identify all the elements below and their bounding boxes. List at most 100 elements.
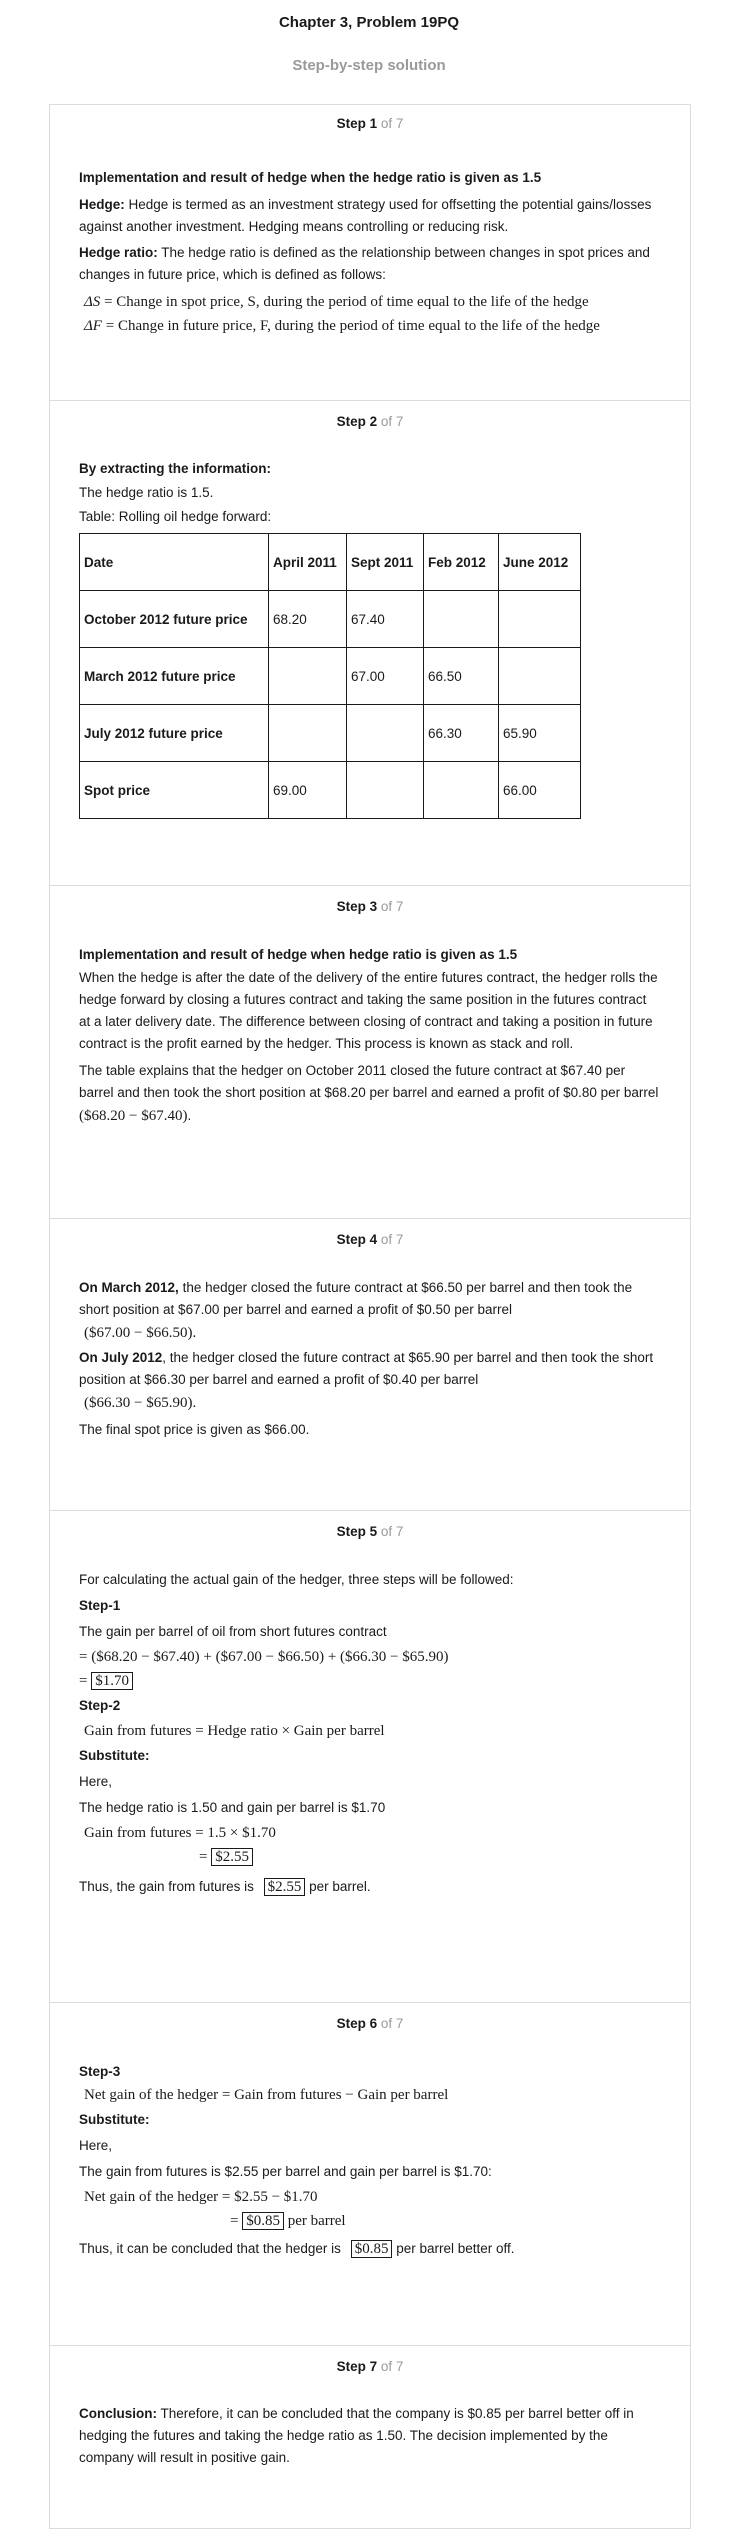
step-5: Step 5 of 7 For calculating the actual g… (50, 1510, 690, 2002)
step-4: Step 4 of 7 On March 2012, the hedger cl… (50, 1218, 690, 1510)
step-2: Step 2 of 7 By extracting the informatio… (50, 400, 690, 885)
net-gain-conclusion: Thus, it can be concluded that the hedge… (79, 2240, 515, 2258)
table-row: October 2012 future price 68.20 67.40 (79, 590, 581, 648)
hedge-ratio-label: Hedge ratio: (79, 245, 158, 260)
hedge-ratio-definition: Hedge ratio: The hedge ratio is defined … (79, 242, 661, 286)
net-gain-result: = $0.85 per barrel (230, 2212, 346, 2230)
table-header-cell: Feb 2012 (423, 533, 499, 591)
table-row: March 2012 future price 67.00 66.50 (79, 647, 581, 705)
step-count: of 7 (380, 2359, 404, 2374)
july-label: On July 2012 (79, 1350, 163, 1365)
gain-per-barrel-result: = $1.70 (79, 1669, 661, 1693)
table-row: July 2012 future price 66.30 65.90 (79, 704, 581, 762)
hedge-ratio-note: The hedge ratio is 1.5. (79, 485, 214, 500)
given-values: The hedge ratio is 1.50 and gain per bar… (79, 1800, 386, 1815)
table-header-cell: Date (79, 533, 269, 591)
step-number: Step 2 (336, 414, 378, 429)
gain-from-futures-calc: Gain from futures = 1.5 × $1.70 (84, 1825, 276, 1841)
equation-delta-f: ΔF = Change in future price, F, during t… (84, 318, 600, 334)
step-5-header: Step 5 of 7 (79, 1511, 661, 1541)
step-count: of 7 (380, 1524, 404, 1539)
step-number: Step 5 (336, 1524, 378, 1539)
table-cell: 68.20 (268, 590, 347, 648)
table-cell: 65.90 (498, 704, 581, 762)
equation-delta-s: ΔS = Change in spot price, S, during the… (84, 294, 589, 310)
hedge-ratio-text: The hedge ratio is defined as the relati… (79, 245, 650, 282)
substep-2-label: Step-2 (79, 1698, 121, 1713)
step-2-header: Step 2 of 7 (79, 401, 661, 431)
step-1: Step 1 of 7 Implementation and result of… (50, 105, 690, 400)
substitute-label: Substitute: (79, 2112, 150, 2127)
substep-1-text: The gain per barrel of oil from short fu… (79, 1624, 387, 1639)
step-count: of 7 (380, 2016, 404, 2031)
july-roll-explanation: On July 2012, the hedger closed the futu… (79, 1350, 654, 1387)
step-7-header: Step 7 of 7 (79, 2346, 661, 2376)
stack-and-roll-explanation: When the hedge is after the date of the … (79, 970, 658, 1051)
page-subtitle: Step-by-step solution (292, 57, 446, 74)
hedge-definition: Hedge: Hedge is termed as an investment … (79, 194, 661, 238)
step-1-header: Step 1 of 7 (79, 105, 661, 133)
step-number: Step 1 (336, 116, 378, 131)
solution-steps: Step 1 of 7 Implementation and result of… (49, 104, 691, 2529)
hedge-label: Hedge: (79, 197, 125, 212)
table-row: Spot price 69.00 66.00 (79, 761, 581, 819)
gain-from-futures-result: = $2.55 (79, 1845, 661, 1869)
step-count: of 7 (380, 116, 404, 131)
step-3-header: Step 3 of 7 (79, 886, 661, 916)
hedge-text: Hedge is termed as an investment strateg… (79, 197, 652, 234)
table-header-row: Date April 2011 Sept 2011 Feb 2012 June … (79, 533, 581, 591)
step-heading: By extracting the information: (79, 461, 272, 476)
steps-intro: For calculating the actual gain of the h… (79, 1572, 514, 1587)
table-cell: 66.50 (423, 647, 499, 705)
page-title: Chapter 3, Problem 19PQ (278, 14, 460, 31)
march-label: On March 2012, (79, 1280, 179, 1295)
gain-from-futures-conclusion: Thus, the gain from futures is $2.55 per… (79, 1878, 371, 1896)
step-number: Step 7 (336, 2359, 378, 2374)
march-profit-expression: ($67.00 − $66.50). (84, 1325, 197, 1341)
october-profit-explanation: The table explains that the hedger on Oc… (79, 1063, 659, 1124)
net-gain-value: $0.85 (350, 2240, 393, 2258)
july-profit-expression: ($66.30 − $65.90). (84, 1395, 197, 1411)
step-count: of 7 (380, 899, 404, 914)
table-cell (268, 704, 347, 762)
table-cell (498, 647, 581, 705)
page: Chapter 3, Problem 19PQ Step-by-step sol… (0, 0, 738, 2529)
table-cell: 66.30 (423, 704, 499, 762)
conclusion-label: Conclusion: (79, 2406, 157, 2421)
step-count: of 7 (380, 1232, 404, 1247)
substep-1-label: Step-1 (79, 1598, 121, 1613)
table-header-cell: June 2012 (498, 533, 581, 591)
table-header-cell: April 2011 (268, 533, 347, 591)
step-number: Step 3 (336, 899, 378, 914)
substep-3-label: Step-3 (79, 2064, 121, 2079)
table-cell: Spot price (79, 761, 269, 819)
table-cell: 67.40 (346, 590, 424, 648)
net-gain-formula: Net gain of the hedger = Gain from futur… (84, 2087, 449, 2103)
here-label: Here, (79, 2138, 113, 2153)
table-cell: March 2012 future price (79, 647, 269, 705)
gain-from-futures-value: $2.55 (263, 1878, 306, 1896)
step-7: Step 7 of 7 Conclusion: Therefore, it ca… (50, 2345, 690, 2528)
final-spot-price: The final spot price is given as $66.00. (79, 1422, 310, 1437)
table-cell (268, 647, 347, 705)
table-cell (346, 704, 424, 762)
table-cell (346, 761, 424, 819)
gain-from-futures-formula: Gain from futures = Hedge ratio × Gain p… (84, 1723, 385, 1739)
table-caption: Table: Rolling oil hedge forward: (79, 509, 272, 524)
page-header: Chapter 3, Problem 19PQ Step-by-step sol… (0, 0, 738, 76)
step-count: of 7 (380, 414, 404, 429)
substitute-label: Substitute: (79, 1748, 150, 1763)
table-cell: 66.00 (498, 761, 581, 819)
table-cell: 67.00 (346, 647, 424, 705)
table-cell (423, 761, 499, 819)
step-6-header: Step 6 of 7 (79, 2003, 661, 2033)
net-gain-calc: Net gain of the hedger = $2.55 − $1.70 (84, 2189, 318, 2205)
step-3: Step 3 of 7 Implementation and result of… (50, 885, 690, 1218)
step-number: Step 6 (336, 2016, 378, 2031)
conclusion-paragraph: Conclusion: Therefore, it can be conclud… (79, 2406, 634, 2465)
table-header-cell: Sept 2011 (346, 533, 424, 591)
rolling-hedge-table: Date April 2011 Sept 2011 Feb 2012 June … (79, 533, 581, 819)
table-cell: July 2012 future price (79, 704, 269, 762)
step-heading: Implementation and result of hedge when … (79, 947, 518, 962)
step-6: Step 6 of 7 Step-3 Net gain of the hedge… (50, 2002, 690, 2345)
